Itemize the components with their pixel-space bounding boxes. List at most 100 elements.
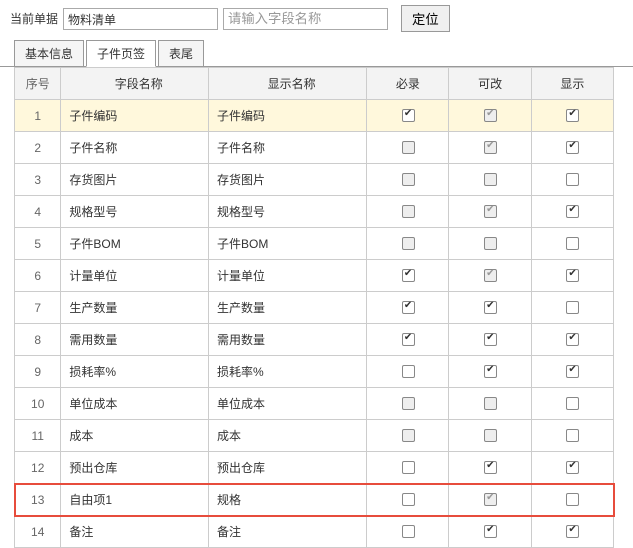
table-row[interactable]: 2子件名称子件名称 [15,132,614,164]
top-toolbar: 当前单据 物料清单 定位 [0,0,633,37]
th-field: 字段名称 [61,68,209,100]
chk-edit [484,237,497,250]
table-row[interactable]: 14备注备注 [15,516,614,548]
cell-seq: 5 [15,228,61,260]
tab-2[interactable]: 表尾 [158,40,204,67]
chk-edit [484,173,497,186]
table-row[interactable]: 8需用数量需用数量 [15,324,614,356]
chk-req [402,429,415,442]
field-table: 序号 字段名称 显示名称 必录 可改 显示 1子件编码子件编码2子件名称子件名称… [14,67,614,548]
chk-edit[interactable] [484,525,497,538]
cell-seq: 7 [15,292,61,324]
chk-show[interactable] [566,461,579,474]
chk-show[interactable] [566,301,579,314]
current-doc-value: 物料清单 [63,8,218,30]
cell-field: 生产数量 [61,292,209,324]
table-row[interactable]: 4规格型号规格型号 [15,196,614,228]
chk-show[interactable] [566,269,579,282]
chk-req[interactable] [402,109,415,122]
chk-req [402,141,415,154]
chk-req[interactable] [402,269,415,282]
locate-button[interactable]: 定位 [401,5,450,32]
search-input[interactable] [223,8,388,30]
table-row[interactable]: 6计量单位计量单位 [15,260,614,292]
chk-req[interactable] [402,461,415,474]
cell-disp: 需用数量 [209,324,367,356]
cell-seq: 3 [15,164,61,196]
chk-req [402,205,415,218]
tab-0[interactable]: 基本信息 [14,40,84,67]
chk-show[interactable] [566,365,579,378]
chk-edit [484,429,497,442]
cell-seq: 13 [15,484,61,516]
cell-seq: 8 [15,324,61,356]
chk-edit[interactable] [484,365,497,378]
chk-show[interactable] [566,109,579,122]
table-row[interactable]: 3存货图片存货图片 [15,164,614,196]
th-seq: 序号 [15,68,61,100]
cell-field: 预出仓库 [61,452,209,484]
table-row[interactable]: 7生产数量生产数量 [15,292,614,324]
cell-field: 子件编码 [61,100,209,132]
chk-edit[interactable] [484,461,497,474]
chk-show[interactable] [566,173,579,186]
cell-field: 规格型号 [61,196,209,228]
cell-disp: 存货图片 [209,164,367,196]
cell-field: 损耗率% [61,356,209,388]
table-row[interactable]: 13自由项1规格 [15,484,614,516]
cell-disp: 子件名称 [209,132,367,164]
chk-show[interactable] [566,429,579,442]
table-row[interactable]: 9损耗率%损耗率% [15,356,614,388]
cell-seq: 2 [15,132,61,164]
table-row[interactable]: 12预出仓库预出仓库 [15,452,614,484]
cell-disp: 备注 [209,516,367,548]
cell-disp: 规格 [209,484,367,516]
tab-1[interactable]: 子件页签 [86,40,156,67]
cell-field: 自由项1 [61,484,209,516]
chk-show[interactable] [566,525,579,538]
th-edit: 可改 [449,68,531,100]
chk-show[interactable] [566,493,579,506]
chk-show[interactable] [566,141,579,154]
table-row[interactable]: 10单位成本单位成本 [15,388,614,420]
chk-show[interactable] [566,397,579,410]
cell-disp: 成本 [209,420,367,452]
cell-disp: 规格型号 [209,196,367,228]
chk-show[interactable] [566,333,579,346]
current-doc-label: 当前单据 [10,10,58,27]
chk-req[interactable] [402,365,415,378]
cell-disp: 预出仓库 [209,452,367,484]
chk-edit [484,141,497,154]
cell-field: 单位成本 [61,388,209,420]
th-disp: 显示名称 [209,68,367,100]
chk-req [402,173,415,186]
cell-seq: 10 [15,388,61,420]
chk-req [402,237,415,250]
chk-edit [484,269,497,282]
table-row[interactable]: 11成本成本 [15,420,614,452]
chk-req[interactable] [402,493,415,506]
th-req: 必录 [367,68,449,100]
chk-edit [484,205,497,218]
chk-req[interactable] [402,525,415,538]
chk-req[interactable] [402,301,415,314]
cell-seq: 9 [15,356,61,388]
cell-disp: 单位成本 [209,388,367,420]
chk-show[interactable] [566,237,579,250]
chk-req[interactable] [402,333,415,346]
chk-edit[interactable] [484,301,497,314]
cell-seq: 1 [15,100,61,132]
cell-field: 子件BOM [61,228,209,260]
cell-field: 备注 [61,516,209,548]
tab-bar: 基本信息子件页签表尾 [0,40,633,67]
table-row[interactable]: 1子件编码子件编码 [15,100,614,132]
cell-disp: 损耗率% [209,356,367,388]
chk-show[interactable] [566,205,579,218]
th-show: 显示 [531,68,613,100]
chk-edit [484,493,497,506]
chk-edit [484,397,497,410]
chk-edit[interactable] [484,333,497,346]
cell-field: 存货图片 [61,164,209,196]
table-row[interactable]: 5子件BOM子件BOM [15,228,614,260]
cell-seq: 6 [15,260,61,292]
